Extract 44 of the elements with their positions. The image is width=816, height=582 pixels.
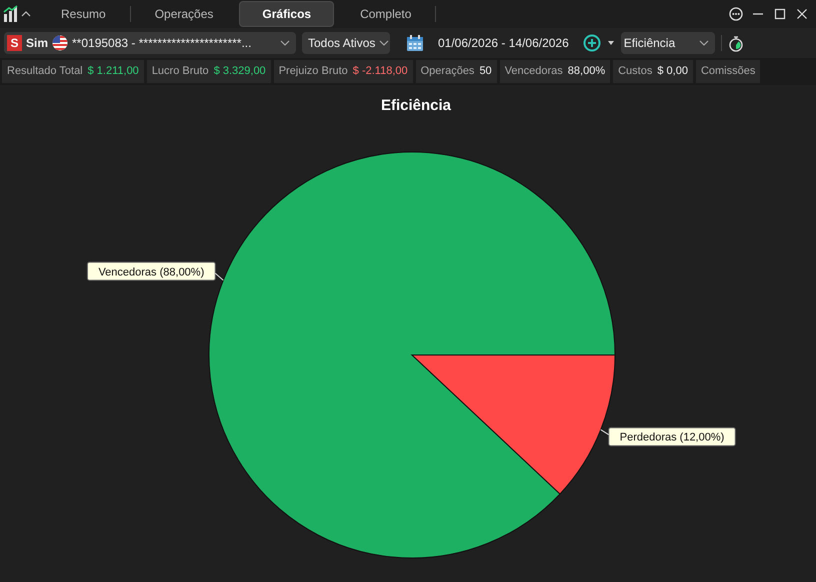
chart-title: Eficiência [380, 97, 452, 114]
caret-icon[interactable] [606, 39, 615, 47]
more-icon[interactable] [729, 7, 743, 21]
chart-select[interactable]: Eficiência [620, 32, 715, 54]
tab[interactable]: Completo [338, 2, 434, 26]
stat-value: $ 0,00 [657, 64, 688, 80]
stat-value: $ 1.211,00 [88, 64, 139, 80]
account-type-icon: S [7, 35, 22, 51]
leader-line [600, 429, 610, 436]
assets-select[interactable]: Todos Ativos [302, 32, 390, 54]
leader-line [214, 272, 224, 281]
stat-value: 50 [479, 64, 492, 80]
close-icon[interactable] [795, 7, 809, 21]
slice-label: Perdedoras (12,00%) [620, 432, 724, 444]
tab[interactable]: Operações [132, 2, 236, 26]
stat-label: Comissões [700, 64, 756, 80]
stat-label: Lucro Bruto [152, 64, 209, 80]
stat-label: Vencedoras [504, 64, 563, 80]
slice-label: Vencedoras (88,00%) [98, 266, 204, 278]
tab[interactable]: Resumo [39, 2, 128, 26]
chevron-down-icon [379, 39, 390, 47]
stat-label: Operações [420, 64, 474, 80]
stat-label: Custos [618, 64, 652, 80]
calendar-icon[interactable] [406, 34, 424, 52]
data-label: Vencedoras (88,00%) [86, 262, 216, 281]
account-type: Sim [26, 35, 48, 52]
date-range[interactable]: 01/06/2026 - 14/06/2026 [438, 34, 569, 52]
stat-label: Prejuizo Bruto [278, 64, 348, 80]
flag-icon [52, 35, 68, 51]
account-number: **0195083 - **********************... [72, 35, 252, 52]
stat-value: 88,00% [568, 64, 606, 80]
chevron-up-icon[interactable] [21, 9, 31, 19]
chevron-down-icon [698, 39, 709, 47]
account-select[interactable]: S Sim **0195083 - **********************... [4, 32, 296, 54]
app-logo-icon [3, 5, 18, 23]
maximize-icon[interactable] [773, 7, 787, 21]
stat-value: $ -2.118,00 [352, 64, 408, 80]
add-icon[interactable] [582, 34, 601, 52]
stat-value: $ 3.329,00 [214, 64, 266, 80]
data-label: Perdedoras (12,00%) [608, 427, 736, 446]
stopwatch-icon[interactable] [728, 34, 744, 52]
tab[interactable]: Gráficos [239, 1, 334, 27]
stat-label: Resultado Total [7, 64, 83, 80]
chevron-down-icon [280, 39, 290, 47]
